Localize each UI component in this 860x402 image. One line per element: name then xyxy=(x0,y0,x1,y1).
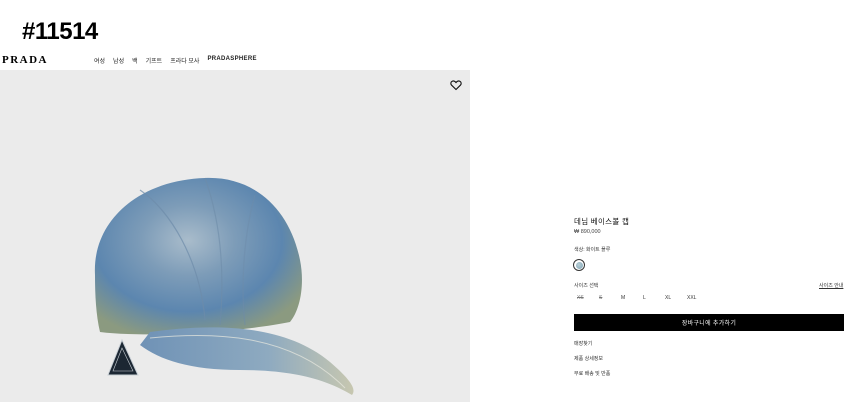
size-guide-link[interactable]: 사이즈 안내 xyxy=(819,282,843,289)
product-panel xyxy=(470,70,860,402)
product-price: ₩ 890,000 xyxy=(574,229,601,235)
cap-photo xyxy=(94,177,354,395)
site-header: PRADA 여성 남성 백 기프트 프라다 모사 PRADASPHERE xyxy=(0,52,860,70)
nav-item-men[interactable]: 남성 xyxy=(113,56,124,65)
nav-item-pradasphere[interactable]: PRADASPHERE xyxy=(207,56,256,65)
size-option-xxl[interactable]: XXL xyxy=(687,295,709,301)
heart-icon[interactable] xyxy=(450,79,462,91)
add-to-cart-button[interactable]: 장바구니에 추가하기 xyxy=(574,314,844,331)
nav-item-gifts[interactable]: 기프트 xyxy=(146,56,163,65)
nav-item-bags[interactable]: 백 xyxy=(132,56,138,65)
shipping-returns-link[interactable]: 무료 배송 및 반품 xyxy=(574,370,610,377)
color-label: 색상: 화이트 플루 xyxy=(574,247,611,253)
size-option-xs[interactable]: XS xyxy=(577,295,599,301)
size-option-xl[interactable]: XL xyxy=(665,295,687,301)
size-option-l[interactable]: L xyxy=(643,295,665,301)
item-code: #11514 xyxy=(22,18,98,45)
size-option-s[interactable]: S xyxy=(599,295,621,301)
main-nav: 여성 남성 백 기프트 프라다 모사 PRADASPHERE xyxy=(94,56,257,65)
product-image xyxy=(0,70,470,402)
store-locator-link[interactable]: 매장찾기 xyxy=(574,340,592,347)
size-option-m[interactable]: M xyxy=(621,295,643,301)
product-details-link[interactable]: 제품 상세정보 xyxy=(574,355,603,362)
nav-item-women[interactable]: 여성 xyxy=(94,56,105,65)
size-selector: XS S M L XL XXL xyxy=(577,295,709,301)
product-title: 데님 베이스볼 캡 xyxy=(574,217,630,226)
brand-logo[interactable]: PRADA xyxy=(2,54,48,66)
color-swatch[interactable] xyxy=(573,259,585,271)
size-label: 사이즈 선택 xyxy=(574,283,599,289)
swatch-dot xyxy=(575,261,583,269)
nav-item-prada-mode[interactable]: 프라다 모사 xyxy=(170,56,199,65)
